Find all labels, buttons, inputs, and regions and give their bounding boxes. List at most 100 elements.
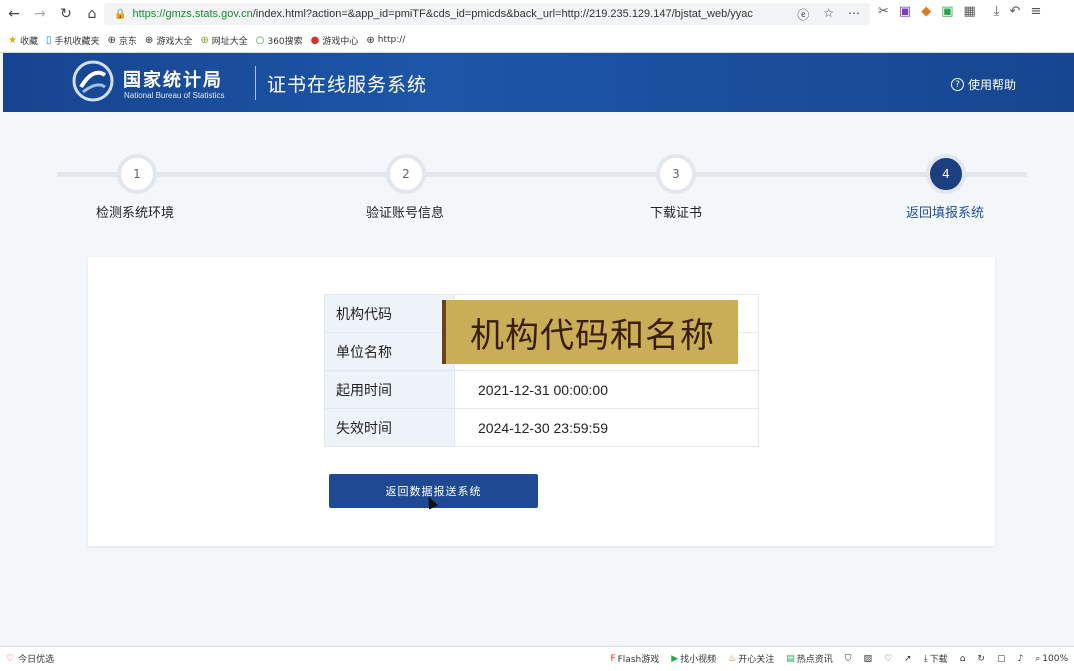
scissors-icon[interactable]: ✂	[878, 4, 889, 19]
site-header: 国家统计局 National Bureau of Statistics 证书在线…	[3, 53, 1074, 112]
bookmark-label: 京东	[118, 36, 137, 47]
status-item[interactable]: ⌕ 100%	[1035, 654, 1068, 664]
fire-icon: ♨	[728, 653, 737, 664]
shield-icon[interactable]: ⛉	[845, 654, 852, 664]
step-2-label: 验证账号信息	[366, 206, 445, 221]
bookmark-label: http://	[377, 35, 406, 45]
star-icon: ★	[8, 34, 17, 46]
heart-outline-icon[interactable]: ♡	[884, 654, 892, 664]
status-item[interactable]: ▤ 热点资讯	[786, 652, 833, 666]
bookmark-item[interactable]: ⊕ 游戏大全	[145, 34, 192, 47]
step-1-label: 检测系统环境	[96, 206, 175, 221]
zoom-icon: ⌕	[1035, 653, 1041, 664]
row-key: 单位名称	[324, 332, 455, 371]
status-item-label: 下载	[929, 655, 948, 665]
rocket-icon[interactable]: ➚	[904, 654, 912, 664]
forward-icon[interactable]: →	[28, 2, 52, 26]
url-scheme: https://	[132, 8, 166, 20]
download-icon[interactable]: ⤓	[994, 4, 1000, 19]
address-bar[interactable]: 🔒 https://gmzs.stats.gov.cn/index.html?a…	[104, 3, 870, 25]
status-left[interactable]: ♡ 今日优选	[6, 652, 55, 666]
globe-icon: ○	[255, 34, 265, 46]
bookmark-item[interactable]: ★ 收藏	[8, 34, 38, 47]
browser-mode-icon[interactable]: ⓔ	[797, 6, 809, 23]
table-row: 失效时间 2024-12-30 23:59:59	[324, 408, 759, 447]
wechat-icon[interactable]: ▣	[941, 4, 953, 19]
step-2-circle: 2	[386, 154, 426, 194]
heart-icon: ♡	[6, 653, 15, 664]
menu-icon[interactable]: ≡	[1030, 4, 1041, 19]
org-name-en: National Bureau of Statistics	[124, 91, 225, 100]
row-value: 2021-12-31 00:00:00	[454, 370, 759, 409]
row-key: 起用时间	[324, 370, 455, 409]
row-key: 机构代码	[324, 294, 455, 333]
undo-icon[interactable]: ↶	[1010, 4, 1021, 19]
extension-icons: ✂ ▣ ◆ ▣ ▦ ⤓ ↶ ≡	[878, 4, 1041, 19]
row-value: 2024-12-30 23:59:59	[454, 408, 759, 447]
step-number: 3	[672, 167, 680, 181]
step-1-circle: 1	[117, 154, 157, 194]
row-key: 失效时间	[324, 408, 455, 447]
status-left-label: 今日优选	[18, 655, 55, 665]
bookmark-item[interactable]: ● 游戏中心	[311, 34, 359, 47]
status-item-label: Flash游戏	[617, 655, 660, 665]
globe-icon: ⊕	[144, 34, 154, 46]
caption-overlay: 机构代码和名称	[442, 300, 738, 364]
globe-icon: ⊕	[107, 34, 116, 46]
back-icon[interactable]: ←	[2, 2, 26, 26]
system-title: 证书在线服务系统	[267, 74, 428, 96]
extension-icon[interactable]: ▣	[899, 4, 911, 19]
step-3-circle: 3	[656, 154, 696, 194]
flash-icon: F	[610, 653, 616, 664]
url-host: gmzs.stats.gov.cn	[165, 8, 253, 20]
bookmark-item[interactable]: ○ 360搜索	[256, 34, 303, 47]
step-3-label: 下载证书	[650, 206, 703, 221]
bookmark-label: 收藏	[19, 36, 38, 47]
progress-track	[57, 172, 1027, 177]
bookmark-item[interactable]: ⊕ 京东	[108, 34, 137, 47]
step-4-label: 返回填报系统	[906, 206, 985, 221]
browser-statusbar: ♡ 今日优选 F Flash游戏 ▶ 找小视频 ♨ 开心关注 ▤ 热点资讯 ⛉ ▨ ♡ …	[0, 646, 1074, 671]
help-label: 使用帮助	[967, 78, 1016, 92]
more-icon[interactable]: ⋯	[848, 6, 860, 23]
home-icon[interactable]: ⌂	[80, 2, 104, 26]
status-item-label: 热点资讯	[796, 655, 833, 665]
reload-icon[interactable]: ↻	[54, 2, 78, 26]
bookmark-label: 360搜索	[267, 36, 303, 47]
refresh-icon[interactable]: ↻	[977, 654, 985, 664]
bookmark-label: 手机收藏夹	[54, 36, 100, 47]
step-number: 2	[402, 167, 410, 181]
bank-icon[interactable]: ⌂	[960, 654, 966, 664]
header-divider	[255, 66, 256, 100]
status-item[interactable]: ⤓ 下载	[923, 652, 948, 666]
volume-icon[interactable]: ♪	[1017, 654, 1023, 664]
bookmark-star-icon[interactable]: ☆	[823, 6, 834, 23]
bookmark-item[interactable]: ⊕ 网址大全	[200, 34, 247, 47]
status-item[interactable]: ♨ 开心关注	[728, 652, 775, 666]
table-row: 起用时间 2021-12-31 00:00:00	[324, 370, 759, 409]
download-icon: ⤓	[923, 653, 928, 664]
step-number: 1	[133, 167, 141, 181]
status-item[interactable]: F Flash游戏	[610, 652, 660, 666]
step-number: 4	[942, 167, 950, 181]
image-icon[interactable]: ▨	[864, 654, 873, 664]
game-icon[interactable]: ◆	[921, 4, 931, 19]
status-right: F Flash游戏 ▶ 找小视频 ♨ 开心关注 ▤ 热点资讯 ⛉ ▨ ♡ ➚ ⤓ 下载 ⌂…	[610, 652, 1068, 666]
status-item-label: 找小视频	[680, 655, 717, 665]
org-name-cn: 国家统计局	[123, 70, 223, 91]
bookmark-item[interactable]: ⊕ http://	[366, 35, 405, 46]
help-icon: ?	[950, 78, 964, 91]
bookmark-item[interactable]: ▯ 手机收藏夹	[46, 34, 100, 47]
status-item[interactable]: ▶ 找小视频	[671, 652, 717, 666]
phone-icon: ▯	[45, 34, 52, 46]
lock-icon: 🔒	[114, 8, 127, 20]
help-link[interactable]: ? 使用帮助	[950, 76, 1016, 93]
news-icon: ▤	[786, 653, 795, 664]
window-icon[interactable]: ▢	[997, 654, 1006, 664]
globe-icon: ●	[310, 34, 320, 46]
apps-grid-icon[interactable]: ▦	[964, 4, 976, 19]
video-icon: ▶	[671, 653, 679, 664]
url-text[interactable]: https://gmzs.stats.gov.cn/index.html?act…	[132, 8, 797, 20]
browser-chrome: ← → ↻ ⌂ 🔒 https://gmzs.stats.gov.cn/inde…	[0, 0, 1074, 53]
status-item-label: 开心关注	[738, 655, 775, 665]
